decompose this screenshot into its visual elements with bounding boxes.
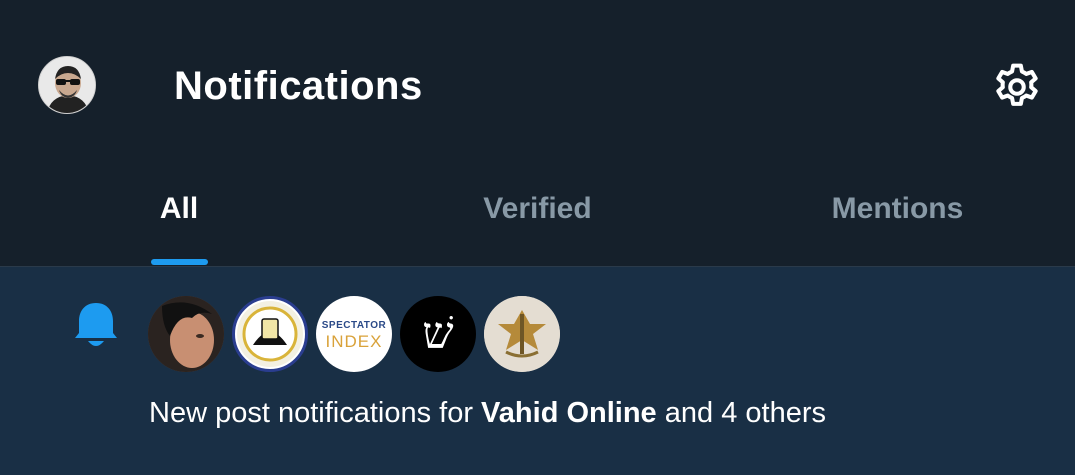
shin-glyph: שׁ [422, 308, 454, 359]
page-title: Notifications [174, 64, 423, 108]
idf-emblem-avatar[interactable] [484, 296, 560, 372]
notification-suffix: and 4 others [664, 397, 826, 429]
shin-avatar[interactable]: שׁ [400, 296, 476, 372]
profile-avatar-image [39, 57, 95, 113]
bell-icon [72, 300, 120, 350]
spectator-logo-bottom: INDEX [325, 332, 383, 351]
gear-icon[interactable] [990, 60, 1044, 114]
notification-row[interactable] [0, 266, 1075, 475]
tab-verified[interactable]: Verified [450, 192, 625, 226]
seal-avatar[interactable] [232, 296, 308, 372]
spectator-index-avatar[interactable]: SPECTATOR INDEX [316, 296, 392, 372]
spectator-logo-top: SPECTATOR [321, 320, 387, 331]
notification-highlight[interactable]: Vahid Online [481, 397, 657, 429]
notification-prefix: New post notifications for [149, 397, 473, 429]
profile-avatar[interactable] [38, 56, 96, 114]
tab-all[interactable]: All [148, 192, 210, 226]
active-tab-indicator [151, 259, 208, 265]
tab-mentions[interactable]: Mentions [800, 192, 995, 226]
top-bar: Notifications All Verified Mentions [0, 0, 1075, 265]
notification-text: New post notifications for Vahid Online … [149, 397, 826, 430]
vahid-online-avatar[interactable] [148, 296, 224, 372]
tab-bar: All Verified Mentions [0, 170, 1075, 265]
